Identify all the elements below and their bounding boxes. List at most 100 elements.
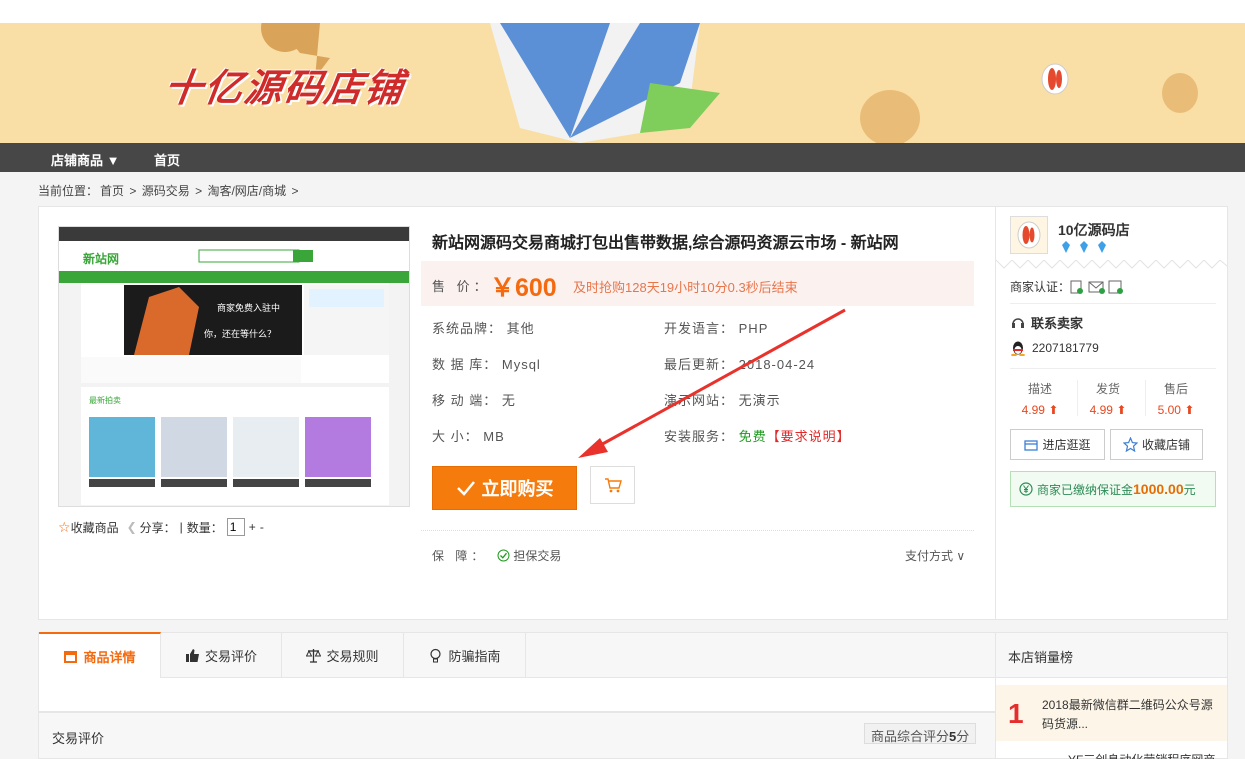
tab-reviews[interactable]: 交易评价 [161,632,282,678]
guarantee-row: 保 障： 担保交易 [432,547,561,564]
shop-nav-bar: 店铺商品 ▼ 首页 [0,143,1245,172]
contact-seller-row[interactable]: 联系卖家 [1010,313,1083,332]
attr-brand-label: 系统品牌： [432,321,503,336]
attr-db-value: Mysql [501,357,541,372]
deposit-prefix: 商家已缴纳保证金 [1037,482,1134,497]
check-circle-icon [497,549,510,562]
screenshot-banner-text: 你，还在等什么？ [204,329,277,339]
reviews-header [38,712,996,759]
buy-now-button[interactable]: 立即购买 [432,466,577,510]
check-icon [456,481,475,496]
breadcrumb-sep: > [129,184,137,198]
rating-label: 售后 [1163,382,1188,396]
merchant-cert-label: 商家认证： [1010,280,1071,294]
top-strip [0,0,1245,23]
cert-badges-icon [1070,280,1124,294]
breadcrumb-sep: > [291,184,299,198]
fav-share-qty-row: ☆ 收藏商品 ❮ 分享： | 数量： + - [58,518,264,536]
screenshot-preview-image [59,227,409,505]
rating-label: 发货 [1095,382,1120,396]
breadcrumb: 当前位置： 首页 > 源码交易 > 淘客/网店/商城 > [38,182,300,199]
sales-rank-title: 本店销量榜 [1008,650,1074,665]
rating-value: 4.99 ⬆ [1089,403,1127,417]
add-to-cart-button[interactable] [590,466,635,504]
tab-label: 防骗指南 [448,648,501,664]
attr-db-label: 数 据 库： [432,357,498,372]
qq-row[interactable]: 2207181779 [1010,340,1099,356]
buy-now-label: 立即购买 [481,479,554,499]
nav-home[interactable]: 首页 [154,150,180,169]
shop-banner-title: 十亿源码店铺 [161,66,408,110]
shop-banner: 十亿源码店铺 [0,23,1245,143]
separator: | [179,520,183,534]
tab-anti-fraud-guide[interactable]: 防骗指南 [404,632,526,678]
tab-trade-rules[interactable]: 交易规则 [282,632,404,678]
attr-mobile-label: 移 动 端： [432,393,498,408]
seller-logo-icon [1017,221,1041,249]
breadcrumb-home[interactable]: 首页 [100,184,124,198]
rating-value: 5.00 ⬆ [1157,403,1195,417]
scale-icon [306,648,322,663]
screenshot-section-title: 最新拍卖 [89,396,121,405]
contact-seller-label: 联系卖家 [1031,316,1084,331]
deposit-suffix: 元 [1183,482,1196,497]
divider [1010,303,1216,304]
calendar-icon [64,650,78,663]
thumbs-up-icon [185,648,199,662]
attr-mobile-value: 无 [501,393,516,408]
divider [1010,368,1216,369]
overall-score-badge: 商品综合评分5分 [864,723,977,744]
screenshot-banner-text: 商家免费入驻中 [217,303,281,313]
rating-shipping: 发货 4.99 ⬆ [1078,380,1138,417]
deposit-amount: 1000.00 [1133,481,1184,497]
qty-label: 数量： [186,520,223,535]
merchant-cert-row: 商家认证： [1010,278,1126,295]
star-icon: ☆ [58,518,71,535]
breadcrumb-sep: > [195,184,203,198]
reviews-title: 交易评价 [52,731,105,746]
share-label[interactable]: 分享： [140,519,176,536]
breadcrumb-source-trade[interactable]: 源码交易 [142,184,190,198]
visit-shop-button[interactable]: 进店逛逛 [1010,429,1105,460]
attr-size-label: 大 小： [432,429,479,444]
product-title: 新站网源码交易商城打包出售带数据,综合源码资源云市场 - 新站网 [432,235,899,252]
guarantee-value: 担保交易 [513,549,562,563]
yuan-coin-icon [1019,482,1033,496]
qty-minus-button[interactable]: - [260,520,264,534]
tab-product-details[interactable]: 商品详情 [39,632,161,678]
star-outline-icon [1122,437,1138,452]
favorite-shop-button[interactable]: 收藏店铺 [1110,429,1203,460]
attr-brand-value: 其他 [506,321,535,336]
nav-shop-products[interactable]: 店铺商品 ▼ [51,150,119,169]
seller-name[interactable]: 10亿源码店 [1058,220,1130,240]
screenshot-site-name: 新站网 [83,252,120,266]
tab-label: 交易评价 [204,648,257,664]
red-arrow-annotation [578,308,846,458]
breadcrumb-category[interactable]: 淘客/网店/商城 [207,184,286,198]
payment-methods-label: 支付方式 [905,549,954,563]
countdown-text: 及时抢购128天19小时10分0.3秒后结束 [573,280,798,295]
attr-brand: 系统品牌： 其他 [432,318,535,337]
rank-item-name[interactable]: 2018最新微信群二维码公众号源码货源... [1042,696,1222,734]
score-suffix: 分 [956,729,970,744]
lightbulb-icon [430,648,442,662]
attr-db: 数 据 库： Mysql [432,354,541,373]
product-price: ￥600 [490,274,557,302]
fav-product-link[interactable]: 收藏商品 [71,519,119,536]
rank-item-name[interactable]: YF三创息动化营销程序网商之... [1068,751,1228,759]
qty-plus-button[interactable]: + [249,520,256,534]
chevron-down-icon: ∨ [956,549,966,563]
quantity-input[interactable] [226,518,245,536]
score-prefix: 商品综合评分 [871,729,950,744]
price-label: 售 价： [432,279,491,294]
product-screenshot[interactable]: 新站网 商家免费入驻中 你，还在等什么？ 最新拍卖 [58,226,410,507]
headset-icon [1012,317,1024,328]
tab-content-area [38,678,996,712]
rating-value: 4.99 ⬆ [1021,403,1059,417]
seller-logo[interactable] [1010,216,1048,254]
diamond-rating-icon [1062,241,1106,253]
guarantee-label: 保 障： [432,549,488,563]
qq-number: 2207181779 [1032,341,1099,355]
payment-methods-toggle[interactable]: 支付方式 ∨ [905,547,965,564]
attr-mobile: 移 动 端： 无 [432,390,516,409]
